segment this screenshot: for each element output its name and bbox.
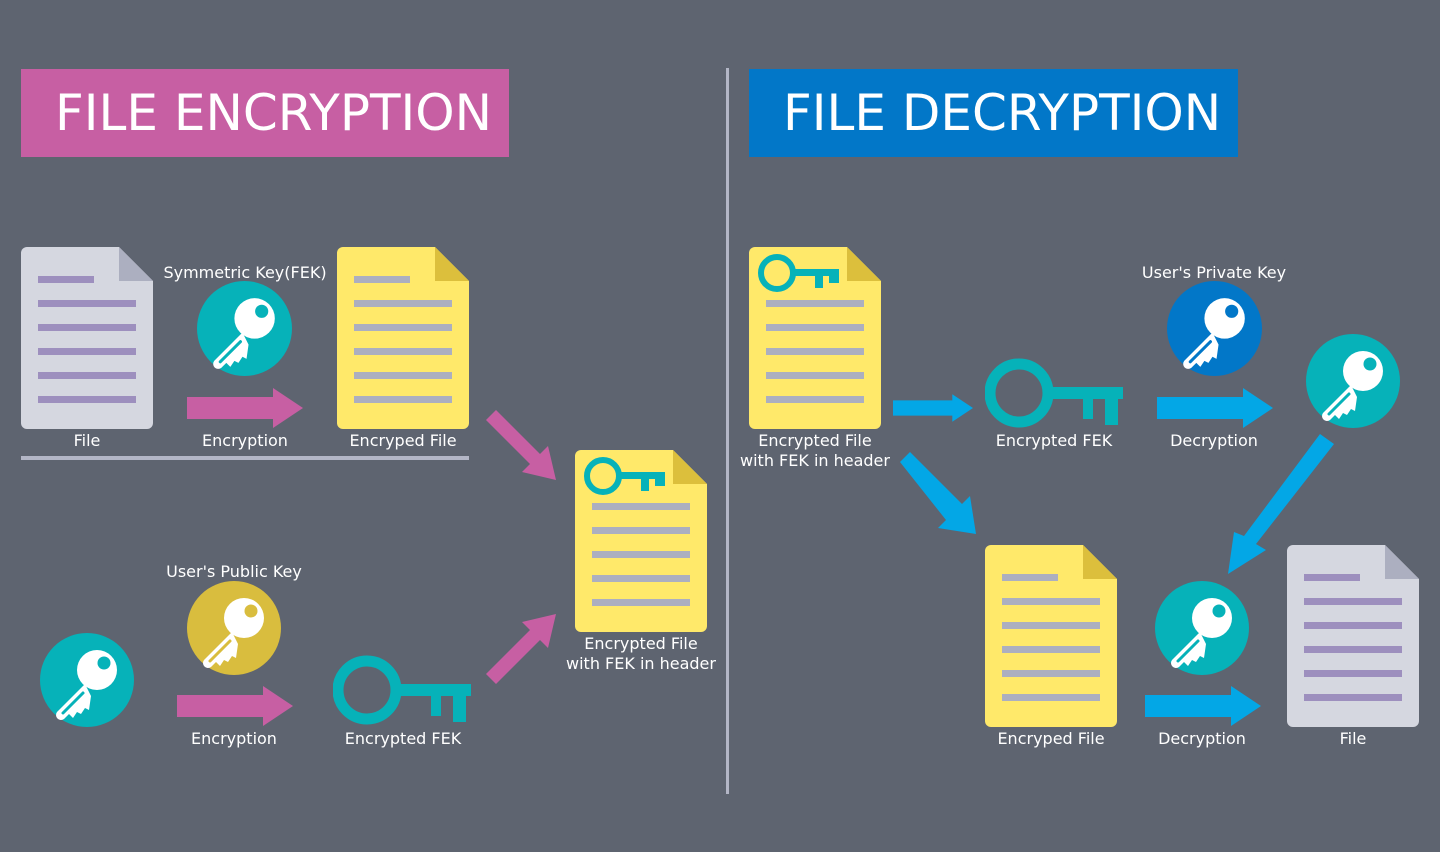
section-divider (726, 68, 729, 794)
fek-key-icon (40, 633, 134, 727)
dec-encrypted-fek-label: Encrypted FEK (995, 431, 1113, 450)
encryption-arrow-2-icon (177, 686, 293, 726)
decryption-arrow-1-icon (1157, 388, 1273, 428)
private-key-icon (1167, 281, 1262, 376)
symmetric-key-label: Symmetric Key(FEK) (163, 263, 327, 282)
encryption-arrow-icon (187, 388, 303, 428)
decrypted-file-label: File (1339, 729, 1367, 748)
dec-encrypted-file-icon (985, 545, 1117, 727)
encrypted-file-icon (337, 247, 469, 429)
decrypted-fek-icon (1306, 334, 1400, 428)
source-label-line1: Encrypted File (758, 431, 872, 450)
decryption-arrow-2-icon (1145, 686, 1261, 726)
extract-arrow-icon (893, 388, 973, 428)
encrypted-file-label: Encryped File (349, 431, 457, 450)
source-encrypted-file-icon (749, 247, 881, 429)
result-label-line1: Encrypted File (584, 634, 698, 653)
encryption-label-2: Encryption (191, 729, 277, 748)
merge-arrow-down-icon (486, 410, 556, 480)
file-icon (21, 247, 153, 429)
encryption-label-1: Encryption (202, 431, 288, 450)
file-label: File (73, 431, 101, 450)
public-key-icon (187, 581, 281, 675)
encrypted-fek-icon (333, 655, 473, 725)
symmetric-key-icon (197, 281, 292, 376)
source-label-line2: with FEK in header (740, 451, 890, 470)
horizontal-divider (21, 456, 469, 460)
encrypted-fek-label: Encrypted FEK (344, 729, 462, 748)
file-encryption-title: FILE ENCRYPTION (21, 69, 509, 157)
result-label-line2: with FEK in header (566, 654, 716, 673)
private-key-label: User's Private Key (1141, 263, 1287, 282)
merge-arrow-up-icon (486, 614, 556, 684)
decryption-label-2: Decryption (1158, 729, 1246, 748)
fek-decryption-key-icon (1155, 581, 1249, 675)
dec-encrypted-file-label: Encryped File (997, 729, 1105, 748)
file-decryption-title: FILE DECRYPTION (749, 69, 1238, 157)
decrypted-file-icon (1287, 545, 1419, 727)
encrypted-file-with-fek-icon (575, 450, 707, 632)
dec-encrypted-fek-icon (985, 358, 1125, 428)
public-key-label: User's Public Key (166, 562, 302, 581)
file-split-arrow-icon (900, 452, 976, 534)
